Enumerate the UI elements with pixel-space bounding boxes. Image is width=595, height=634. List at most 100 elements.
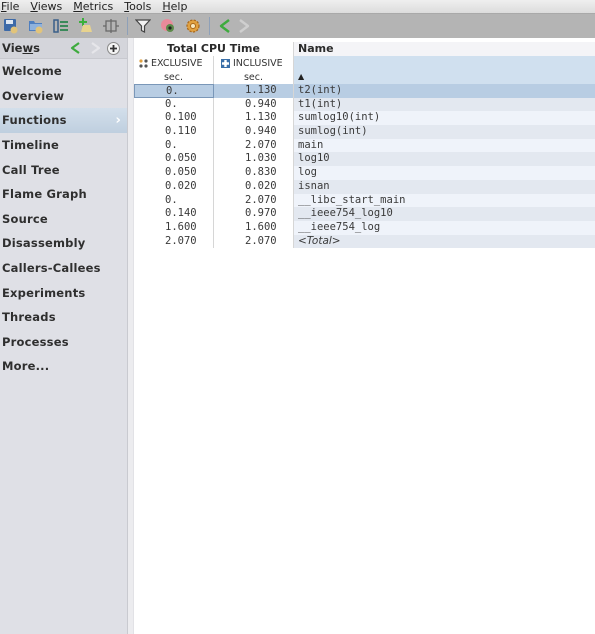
views-back-button[interactable] <box>65 41 85 55</box>
table-row[interactable]: 2.070 2.070 <Total> <box>134 234 595 249</box>
menu-help-rest: elp <box>170 0 188 13</box>
inclusive-cell: 1.600 <box>214 220 294 235</box>
sidebar-item-label: Processes <box>2 334 69 349</box>
table-row[interactable]: 0.020 0.020 isnan <box>134 179 595 194</box>
exclusive-cell: 0.140 <box>134 207 214 221</box>
split-icon <box>103 19 119 33</box>
sort-ascending-icon[interactable]: ▲ <box>294 70 595 84</box>
inclusive-cell: 0.970 <box>214 207 294 221</box>
table-header: Total CPU Time Name <box>134 42 595 56</box>
sidebar-item-label: Overview <box>2 88 65 103</box>
views-sidebar: Views Welcome Overview Functions › Timeline C… <box>0 38 128 634</box>
sidebar-item-label: Flame Graph <box>2 187 87 202</box>
save-experiment-button[interactable] <box>2 17 20 35</box>
views-title-mnemonic: w <box>22 41 34 55</box>
table-row[interactable]: 1.600 1.600 __ieee754_log <box>134 220 595 235</box>
total-cpu-time-header[interactable]: Total CPU Time <box>134 42 294 56</box>
forward-button[interactable] <box>235 17 253 35</box>
exclusive-cell: 0. <box>134 138 214 153</box>
menu-metrics[interactable]: Metrics <box>72 0 118 13</box>
open-experiment-button[interactable] <box>27 17 45 35</box>
sidebar-item-timeline[interactable]: Timeline <box>0 133 127 158</box>
folder-icon <box>29 21 43 34</box>
forward-arrow-icon <box>239 19 250 33</box>
inclusive-cell: 2.070 <box>214 193 294 208</box>
name-column-header[interactable]: Name <box>294 42 595 56</box>
sidebar-item-threads[interactable]: Threads <box>0 305 127 330</box>
filter-button[interactable] <box>134 17 152 35</box>
sidebar-item-disassembly[interactable]: Disassembly <box>0 231 127 256</box>
name-cell: isnan <box>294 179 595 194</box>
menu-metrics-rest: etrics <box>82 0 114 13</box>
exclusive-column-header[interactable]: EXCLUSIVE <box>134 56 214 70</box>
table-row[interactable]: 0.050 1.030 log10 <box>134 152 595 167</box>
sidebar-item-callers-callees[interactable]: Callers-Callees <box>0 256 127 281</box>
menu-help[interactable]: Help <box>161 0 192 13</box>
inclusive-unit: sec. <box>214 70 294 84</box>
sidebar-item-label: Welcome <box>2 64 62 79</box>
table-row[interactable]: 0. 1.130 t2(int) <box>134 84 595 98</box>
name-cell: log <box>294 166 595 180</box>
table-row[interactable]: 0.140 0.970 __ieee754_log10 <box>134 207 595 221</box>
views-list: Welcome Overview Functions › Timeline Call Tr… <box>0 59 127 379</box>
sidebar-item-source[interactable]: Source <box>0 207 127 232</box>
compare-experiments-button[interactable] <box>52 17 70 35</box>
table-row[interactable]: 0. 2.070 main <box>134 138 595 153</box>
inclusive-cell: 0.940 <box>214 97 294 112</box>
add-experiment-button[interactable] <box>77 17 95 35</box>
table-row[interactable]: 0.100 1.130 sumlog10(int) <box>134 111 595 126</box>
inclusive-cell: 0.020 <box>214 179 294 194</box>
table-row[interactable]: 0. 0.940 t1(int) <box>134 97 595 112</box>
sidebar-item-label: Threads <box>2 310 56 325</box>
sidebar-item-more[interactable]: More... <box>0 354 127 379</box>
sidebar-item-label: Timeline <box>2 138 60 153</box>
sidebar-item-call-tree[interactable]: Call Tree <box>0 157 127 182</box>
exclusive-cell: 0. <box>134 84 214 98</box>
inclusive-cell: 2.070 <box>214 234 294 249</box>
sidebar-item-overview[interactable]: Overview <box>0 84 127 109</box>
exclusive-cell: 0.020 <box>134 179 214 194</box>
toolbar-separator <box>209 17 210 35</box>
exclusive-cell: 0. <box>134 97 214 112</box>
back-arrow-icon <box>219 19 230 33</box>
table-row[interactable]: 0. 2.070 __libc_start_main <box>134 193 595 208</box>
table-row[interactable]: 0.110 0.940 sumlog(int) <box>134 125 595 139</box>
exclusive-cell: 0.050 <box>134 152 214 167</box>
name-cell: main <box>294 138 595 153</box>
inclusive-label: INCLUSIVE <box>233 57 283 69</box>
exclusive-label: EXCLUSIVE <box>151 57 203 69</box>
menu-views[interactable]: Views <box>29 0 67 13</box>
menu-tools[interactable]: Tools <box>123 0 156 13</box>
name-cell: sumlog10(int) <box>294 111 595 126</box>
inclusive-cell: 1.130 <box>214 111 294 126</box>
back-button[interactable] <box>216 17 234 35</box>
exclusive-unit: sec. <box>134 70 214 84</box>
menu-tools-rest: ools <box>129 0 152 13</box>
exclusive-cell: 0.100 <box>134 111 214 126</box>
table-body: 0. 1.130 t2(int) 0. 0.940 t1(int) 0.100 1.130 su… <box>134 84 595 249</box>
name-cell: __libc_start_main <box>294 193 595 208</box>
add-view-button[interactable] <box>105 41 121 55</box>
inclusive-column-header[interactable]: INCLUSIVE <box>214 56 294 70</box>
sidebar-item-experiments[interactable]: Experiments <box>0 280 127 305</box>
inclusive-cell: 0.940 <box>214 125 294 139</box>
menu-file[interactable]: File <box>0 0 24 13</box>
sidebar-item-flame-graph[interactable]: Flame Graph <box>0 182 127 207</box>
view-mode-button[interactable] <box>159 17 177 35</box>
sidebar-item-welcome[interactable]: Welcome <box>0 59 127 84</box>
functions-table: Total CPU Time Name EXCLUSIVE INCLUSIVE … <box>134 42 595 249</box>
sidebar-item-processes[interactable]: Processes <box>0 330 127 355</box>
back-arrow-icon <box>70 42 80 54</box>
name-cell: __ieee754_log10 <box>294 207 595 221</box>
menu-bar: File Views Metrics Tools Help <box>0 0 595 13</box>
menu-metrics-mnemonic: M <box>73 0 83 13</box>
table-row[interactable]: 0.050 0.830 log <box>134 166 595 180</box>
sidebar-item-label: Source <box>2 211 48 226</box>
sidebar-item-functions[interactable]: Functions › <box>0 108 127 133</box>
views-forward-button[interactable] <box>85 41 105 55</box>
gear-icon <box>186 19 200 33</box>
settings-button[interactable] <box>184 17 202 35</box>
split-view-button[interactable] <box>102 17 120 35</box>
plus-icon <box>106 41 120 55</box>
menu-file-rest: ile <box>6 0 20 13</box>
